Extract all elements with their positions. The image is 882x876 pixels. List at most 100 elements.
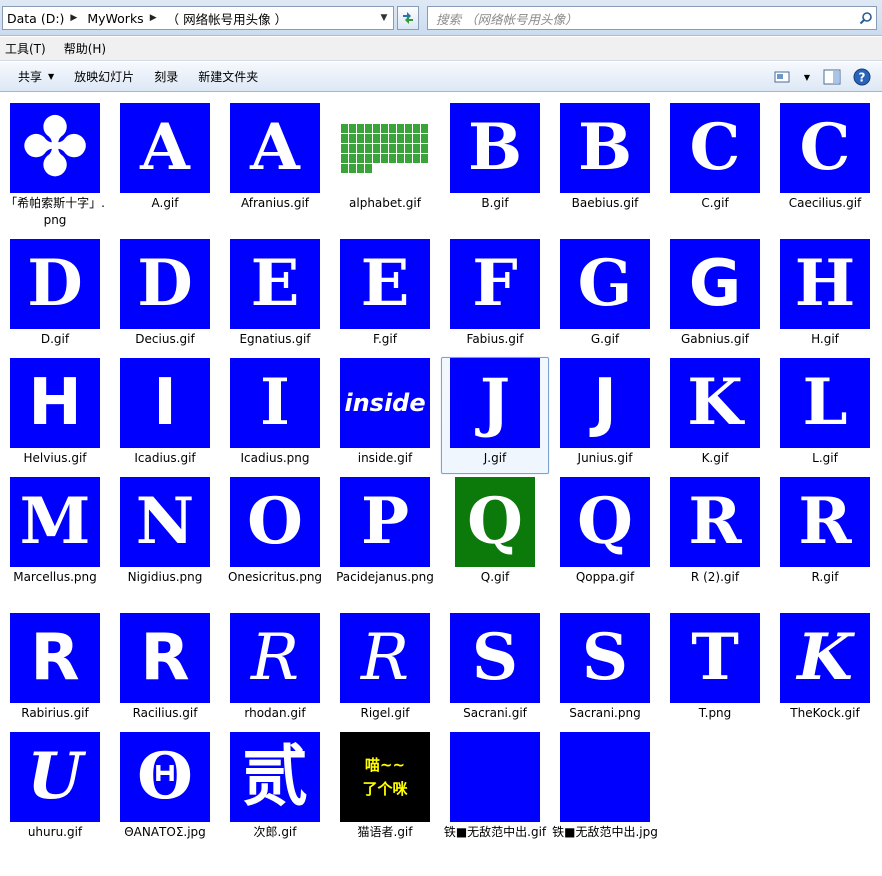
thumbnail-glyph: J xyxy=(479,365,511,440)
file-name-label: inside.gif xyxy=(357,451,413,465)
file-name-label: alphabet.gif xyxy=(349,196,421,210)
chevron-down-icon[interactable]: ▼ xyxy=(800,73,814,82)
file-name-label: Marcellus.png xyxy=(13,570,97,584)
file-item[interactable]: S Sacrani.gif xyxy=(440,611,550,730)
help-icon[interactable]: ? xyxy=(850,66,874,88)
file-item[interactable]: G Gabnius.gif xyxy=(660,237,770,356)
alphabet-tile-image xyxy=(341,124,428,173)
file-name-label: H.gif xyxy=(811,332,839,346)
slideshow-button[interactable]: 放映幻灯片 xyxy=(64,66,144,88)
thumbnail-glyph: inside xyxy=(344,389,426,417)
search-icon[interactable] xyxy=(856,7,876,29)
file-list-view[interactable]: ✤ 「希帕索斯十字」.png A A.gif A Afranius.gif alphabet… xyxy=(0,93,882,876)
breadcrumb-myworks[interactable]: MyWorks xyxy=(83,7,145,29)
file-item[interactable]: G G.gif xyxy=(550,237,660,356)
file-thumbnail: R xyxy=(340,613,430,703)
file-item[interactable]: 喵~~ 了个咪 猫语者.gif xyxy=(330,730,440,870)
thumbnail-glyph: 贰 xyxy=(242,738,308,815)
file-thumbnail: D xyxy=(10,239,100,329)
file-item[interactable]: C Caecilius.gif xyxy=(770,101,880,237)
file-item[interactable]: Q Q.gif xyxy=(440,475,550,611)
file-name-label: Sacrani.gif xyxy=(463,706,527,720)
file-thumbnail: I xyxy=(230,358,320,448)
file-item[interactable]: Θ ΘΑΝΑΤΟΣ.jpg xyxy=(110,730,220,870)
thumbnail-glyph: Q xyxy=(467,484,523,559)
file-item[interactable]: R R (2).gif xyxy=(660,475,770,611)
file-item[interactable]: T T.png xyxy=(660,611,770,730)
thumbnail-glyph: E xyxy=(250,246,300,321)
file-thumbnail: O xyxy=(230,477,320,567)
address-bar[interactable]: Data (D:) ▶ MyWorks ▶ （ 网络帐号用头像 ） ▼ xyxy=(2,6,394,30)
file-thumbnail: Q xyxy=(455,477,535,567)
file-name-label: R.gif xyxy=(811,570,839,584)
file-item[interactable]: M Marcellus.png xyxy=(0,475,110,611)
file-item[interactable]: L L.gif xyxy=(770,356,880,475)
file-thumbnail: R xyxy=(670,477,760,567)
breadcrumb-drive[interactable]: Data (D:) xyxy=(3,7,66,29)
file-item[interactable]: R R.gif xyxy=(770,475,880,611)
file-name-label: 铁■无敌范中出.gif xyxy=(443,825,547,839)
file-item[interactable]: 铁■无敌范中出.jpg xyxy=(550,730,660,870)
file-item[interactable]: ✤ 「希帕索斯十字」.png xyxy=(0,101,110,237)
file-item[interactable]: alphabet.gif xyxy=(330,101,440,237)
search-input[interactable]: 搜索 （网络帐号用头像） xyxy=(427,6,877,30)
file-item[interactable]: K K.gif xyxy=(660,356,770,475)
file-thumbnail: J xyxy=(450,358,540,448)
file-thumbnail: E xyxy=(230,239,320,329)
thumbnail-glyph: K xyxy=(797,620,853,695)
address-dropdown-icon[interactable]: ▼ xyxy=(377,11,391,25)
breadcrumb-drive-label: Data (D:) xyxy=(7,10,65,26)
menu-tools[interactable]: 工具(T) xyxy=(3,40,54,57)
file-item[interactable]: H Helvius.gif xyxy=(0,356,110,475)
file-item[interactable]: 铁■无敌范中出.gif xyxy=(440,730,550,870)
file-item[interactable]: E Egnatius.gif xyxy=(220,237,330,356)
file-item[interactable]: F Fabius.gif xyxy=(440,237,550,356)
share-button[interactable]: 共享 ▼ xyxy=(8,66,64,88)
file-item[interactable]: Q Qoppa.gif xyxy=(550,475,660,611)
file-name-label: Q.gif xyxy=(480,570,510,584)
burn-button[interactable]: 刻录 xyxy=(144,66,188,88)
menu-help[interactable]: 帮助(H) xyxy=(62,40,114,57)
file-item[interactable]: D Decius.gif xyxy=(110,237,220,356)
file-name-label: Nigidius.png xyxy=(127,570,203,584)
file-item[interactable]: A A.gif xyxy=(110,101,220,237)
breadcrumb-current-folder[interactable]: （ 网络帐号用头像 ） xyxy=(163,7,289,29)
file-item[interactable]: E F.gif xyxy=(330,237,440,356)
file-item[interactable]: I Icadius.gif xyxy=(110,356,220,475)
file-item[interactable]: O Onesicritus.png xyxy=(220,475,330,611)
file-item[interactable]: N Nigidius.png xyxy=(110,475,220,611)
file-name-label: Onesicritus.png xyxy=(227,570,323,584)
file-thumbnail: A xyxy=(120,103,210,193)
thumbnail-glyph: O xyxy=(247,484,303,559)
file-item[interactable]: B Baebius.gif xyxy=(550,101,660,237)
chevron-right-icon[interactable]: ▶ xyxy=(66,13,83,23)
file-item[interactable]: J J.gif xyxy=(440,356,550,475)
refresh-button[interactable] xyxy=(397,6,419,30)
file-item[interactable]: inside inside.gif xyxy=(330,356,440,475)
file-item[interactable]: Rrhodan.gif xyxy=(220,611,330,730)
file-item[interactable]: A Afranius.gif xyxy=(220,101,330,237)
file-item[interactable]: B B.gif xyxy=(440,101,550,237)
file-item[interactable]: R Rigel.gif xyxy=(330,611,440,730)
new-folder-button[interactable]: 新建文件夹 xyxy=(188,66,268,88)
file-item[interactable]: J Junius.gif xyxy=(550,356,660,475)
file-item[interactable]: 贰次郎.gif xyxy=(220,730,330,870)
file-item[interactable]: P Pacidejanus.png xyxy=(330,475,440,611)
file-name-label: Egnatius.gif xyxy=(239,332,311,346)
file-item[interactable]: D D.gif xyxy=(0,237,110,356)
file-item[interactable]: Uuhuru.gif xyxy=(0,730,110,870)
thumbnail-glyph: Q xyxy=(577,484,633,559)
file-name-label: G.gif xyxy=(590,332,620,346)
file-item[interactable]: R Rabirius.gif xyxy=(0,611,110,730)
chevron-right-icon[interactable]: ▶ xyxy=(146,13,163,23)
file-item[interactable]: R Racilius.gif xyxy=(110,611,220,730)
file-name-label: Decius.gif xyxy=(135,332,195,346)
file-item[interactable]: H H.gif xyxy=(770,237,880,356)
file-item[interactable]: K TheKock.gif xyxy=(770,611,880,730)
file-item[interactable]: C C.gif xyxy=(660,101,770,237)
file-item[interactable]: S Sacrani.png xyxy=(550,611,660,730)
file-item[interactable]: I Icadius.png xyxy=(220,356,330,475)
refresh-icon xyxy=(403,12,413,24)
view-options-icon[interactable] xyxy=(770,66,794,88)
preview-pane-icon[interactable] xyxy=(820,66,844,88)
